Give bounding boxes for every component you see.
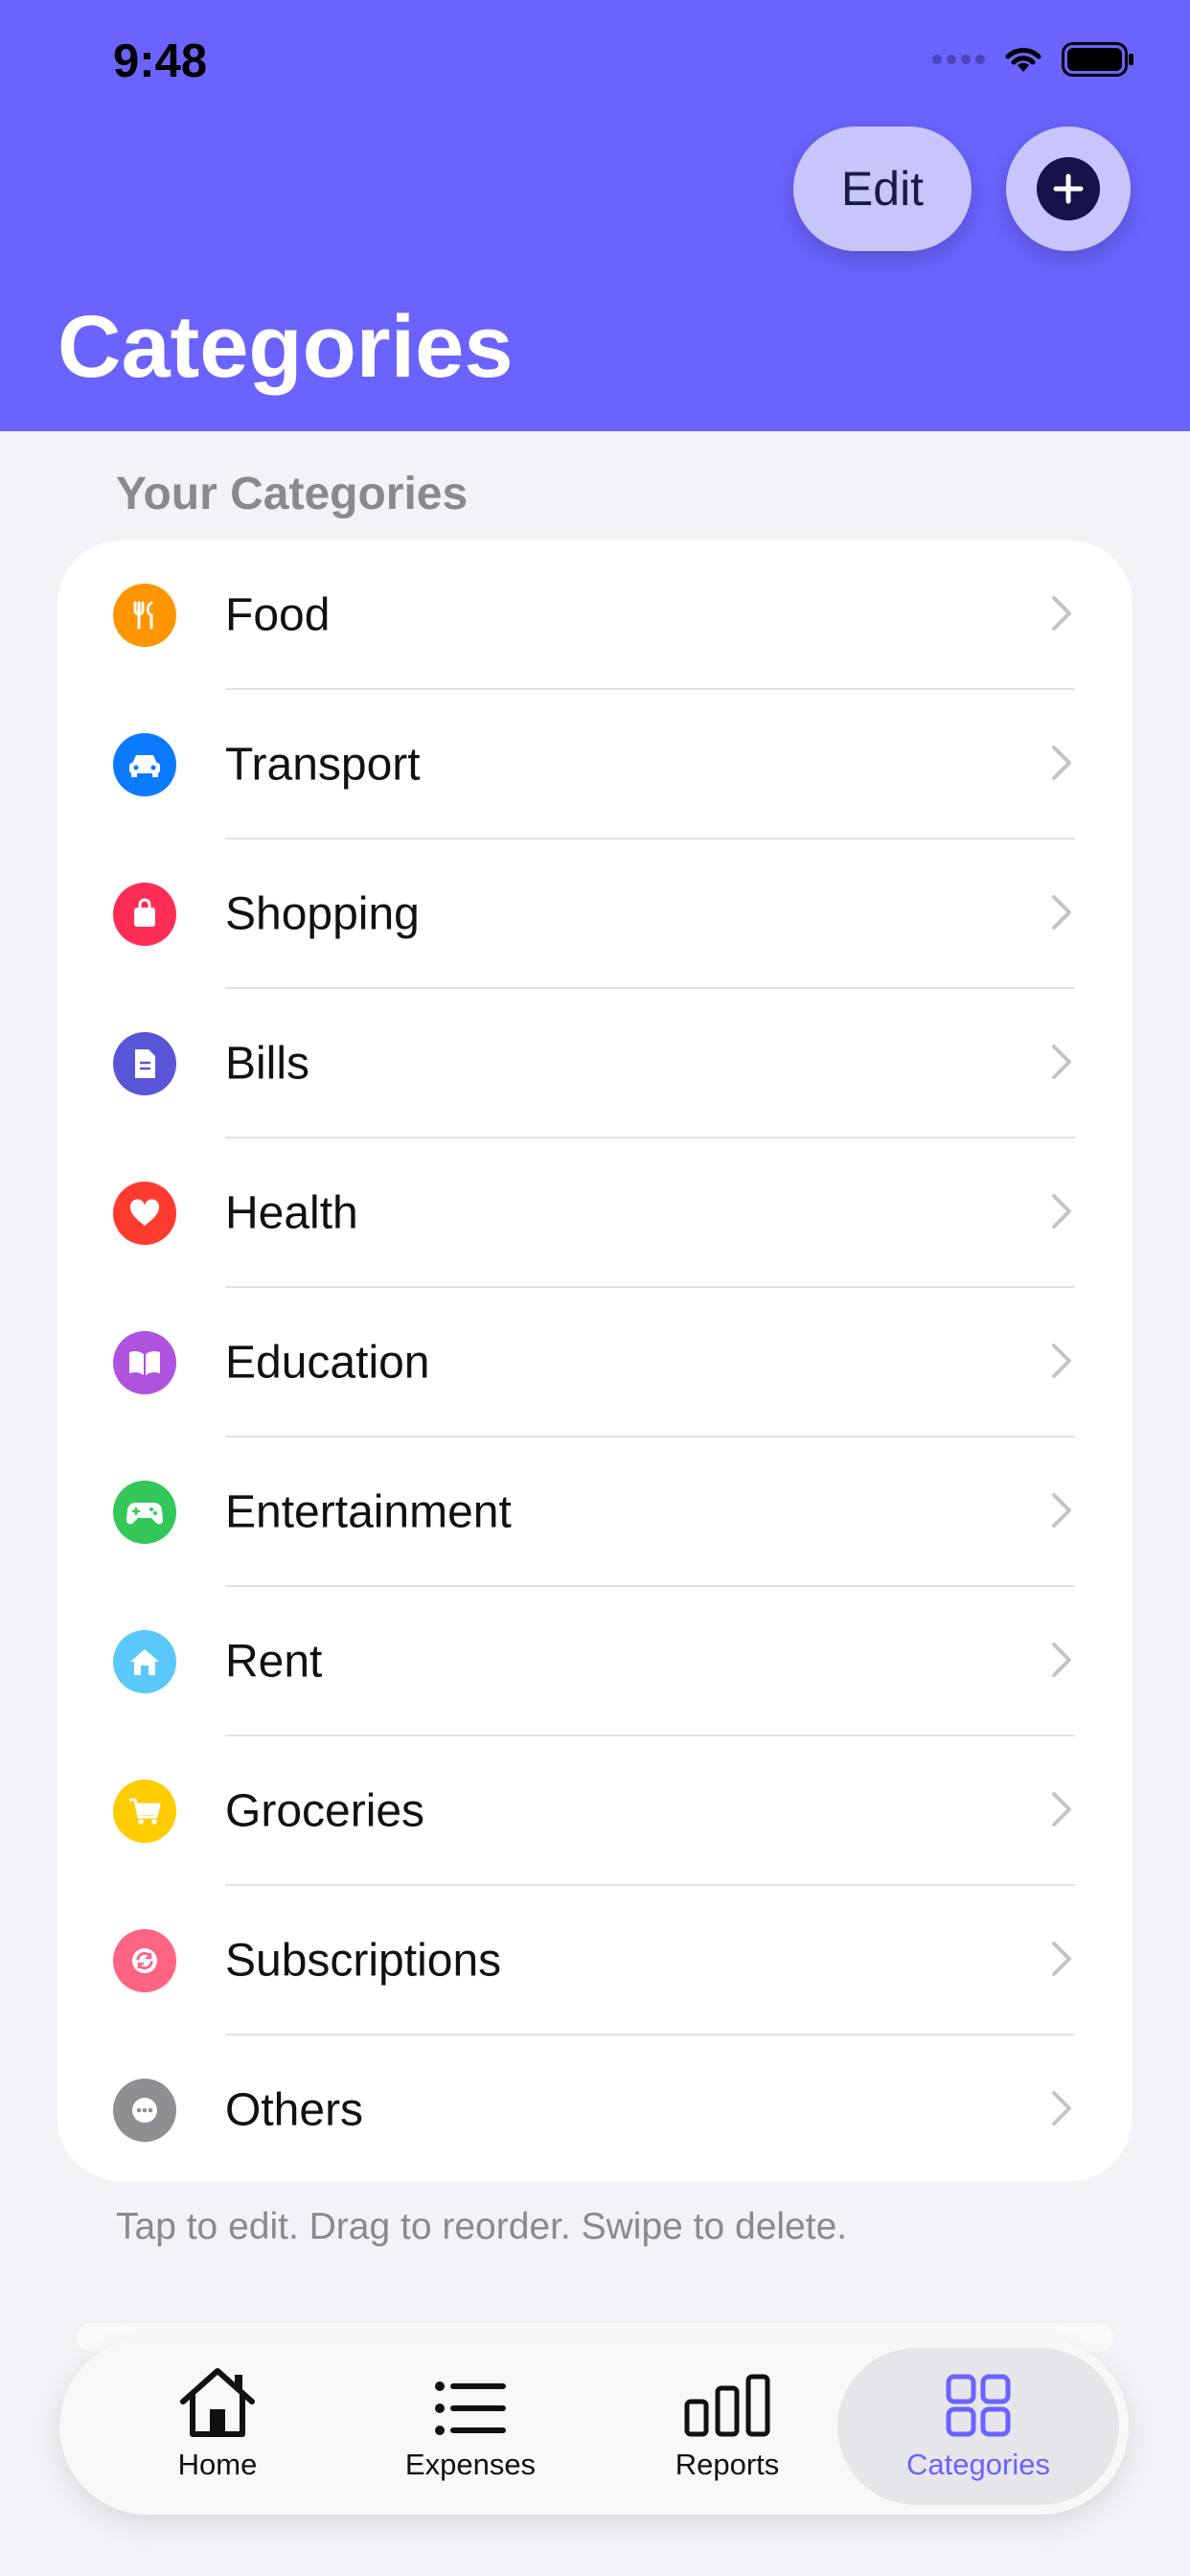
tab-categories[interactable]: Categories bbox=[837, 2348, 1119, 2505]
category-row-entertainment[interactable]: Entertainment bbox=[57, 1438, 1133, 1587]
category-label: Education bbox=[225, 1337, 430, 1389]
tab-label: Expenses bbox=[404, 2448, 537, 2481]
status-icons bbox=[932, 42, 1134, 77]
bar-chart-icon bbox=[684, 2374, 770, 2437]
category-label: Rent bbox=[225, 1636, 323, 1688]
category-label: Bills bbox=[225, 1038, 310, 1090]
grid-icon bbox=[946, 2374, 1011, 2437]
document-icon bbox=[113, 1032, 176, 1095]
tab-label: Categories bbox=[906, 2448, 1050, 2481]
heart-icon bbox=[113, 1182, 176, 1245]
wifi-icon bbox=[1005, 48, 1041, 72]
chevron-right-icon bbox=[1052, 1045, 1071, 1079]
chevron-right-icon bbox=[1052, 1792, 1071, 1827]
chevron-right-icon bbox=[1052, 1493, 1071, 1528]
category-label: Entertainment bbox=[225, 1486, 512, 1538]
cart-icon bbox=[113, 1780, 176, 1843]
add-category-button[interactable] bbox=[1006, 126, 1131, 251]
chevron-right-icon bbox=[1052, 2091, 1071, 2126]
house-icon bbox=[180, 2368, 255, 2437]
category-row-bills[interactable]: Bills bbox=[57, 989, 1133, 1138]
fork-knife-icon bbox=[113, 584, 176, 647]
header: 9:48 Edit Categories bbox=[0, 0, 1190, 431]
category-label: Food bbox=[225, 589, 331, 641]
shopping-bag-icon bbox=[113, 883, 176, 946]
category-label: Health bbox=[225, 1187, 358, 1239]
page-title: Categories bbox=[57, 298, 514, 396]
tab-home[interactable]: Home bbox=[88, 2348, 347, 2505]
category-row-shopping[interactable]: Shopping bbox=[57, 840, 1133, 989]
tab-label: Home bbox=[177, 2448, 258, 2481]
chevron-right-icon bbox=[1052, 1194, 1071, 1229]
category-row-food[interactable]: Food bbox=[57, 540, 1133, 690]
category-row-transport[interactable]: Transport bbox=[57, 690, 1133, 840]
chevron-right-icon bbox=[1052, 1643, 1071, 1677]
battery-icon bbox=[1062, 42, 1133, 77]
house-icon bbox=[113, 1630, 176, 1693]
gamepad-icon bbox=[113, 1481, 176, 1544]
category-label: Others bbox=[225, 2084, 364, 2136]
plus-circle-icon bbox=[1037, 157, 1100, 220]
categories-list: Food Transport Shopping Bills Health Edu… bbox=[57, 540, 1133, 2181]
cellular-signal-icon bbox=[932, 55, 985, 64]
list-icon bbox=[435, 2381, 506, 2435]
tab-bar: Home Expenses Reports Categories bbox=[59, 2338, 1129, 2515]
chevron-right-icon bbox=[1052, 1942, 1071, 1976]
book-icon bbox=[113, 1331, 176, 1394]
category-row-others[interactable]: Others bbox=[57, 2036, 1133, 2181]
section-label: Your Categories bbox=[116, 469, 469, 519]
category-row-health[interactable]: Health bbox=[57, 1138, 1133, 1288]
footer-hint: Tap to edit. Drag to reorder. Swipe to d… bbox=[116, 2206, 848, 2247]
status-time: 9:48 bbox=[113, 35, 208, 87]
category-row-groceries[interactable]: Groceries bbox=[57, 1736, 1133, 1886]
edit-button[interactable]: Edit bbox=[793, 126, 972, 251]
chevron-right-icon bbox=[1052, 895, 1071, 930]
category-label: Transport bbox=[225, 739, 421, 791]
tab-label: Reports bbox=[675, 2448, 780, 2481]
refresh-icon bbox=[113, 1929, 176, 1992]
category-row-education[interactable]: Education bbox=[57, 1288, 1133, 1438]
car-icon bbox=[113, 733, 176, 796]
category-label: Shopping bbox=[225, 888, 420, 940]
chevron-right-icon bbox=[1052, 596, 1071, 631]
category-row-rent[interactable]: Rent bbox=[57, 1587, 1133, 1736]
ellipsis-icon bbox=[113, 2079, 176, 2142]
chevron-right-icon bbox=[1052, 1344, 1071, 1378]
category-label: Groceries bbox=[225, 1785, 425, 1837]
category-row-subscriptions[interactable]: Subscriptions bbox=[57, 1886, 1133, 2036]
tab-expenses[interactable]: Expenses bbox=[341, 2348, 600, 2505]
category-label: Subscriptions bbox=[225, 1935, 502, 1987]
tab-reports[interactable]: Reports bbox=[598, 2348, 857, 2505]
chevron-right-icon bbox=[1052, 746, 1071, 780]
